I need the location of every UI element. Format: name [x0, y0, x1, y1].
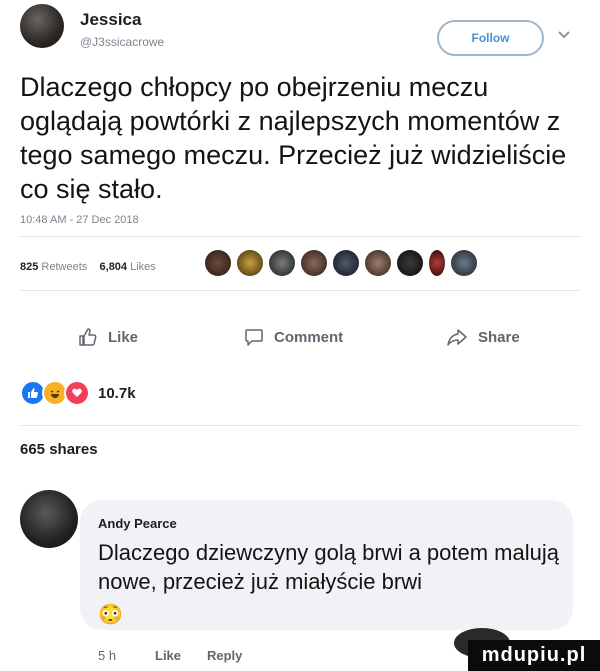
liker-avatar[interactable]	[237, 250, 263, 276]
liker-avatar[interactable]	[205, 250, 231, 276]
like-label: Like	[108, 328, 139, 346]
divider	[20, 290, 580, 291]
divider	[20, 236, 580, 237]
comment-author[interactable]: Andy Pearce	[98, 516, 177, 531]
likes-label[interactable]: Likes	[130, 261, 156, 273]
follow-button[interactable]: Follow	[437, 20, 544, 56]
shares-count[interactable]: 665 shares	[20, 441, 98, 458]
share-icon	[447, 329, 467, 346]
comment-reply-link[interactable]: Reply	[207, 648, 242, 663]
reactions-summary[interactable]: 10.7k	[20, 380, 136, 406]
author-handle[interactable]: @J3ssicacrowe	[80, 35, 164, 49]
liker-avatar[interactable]	[397, 250, 423, 276]
share-action-button[interactable]: Share	[446, 327, 520, 347]
author-name[interactable]: Jessica	[80, 10, 141, 30]
like-action-button[interactable]: Like	[78, 327, 138, 347]
likes-count[interactable]: 6,804	[100, 261, 128, 273]
liker-avatar[interactable]	[365, 250, 391, 276]
liker-avatar[interactable]	[301, 250, 327, 276]
tweet-stats: 825 Retweets 6,804 Likes	[20, 261, 156, 273]
chevron-down-icon[interactable]	[558, 30, 570, 40]
liker-avatar[interactable]	[451, 250, 477, 276]
comment-time: 5 h	[98, 648, 117, 663]
reactions-count: 10.7k	[98, 384, 136, 402]
share-label: Share	[478, 328, 520, 346]
comment-action-button[interactable]: Comment	[244, 327, 343, 347]
liker-avatar[interactable]	[269, 250, 295, 276]
tweet-text: Dlaczego chłopcy po obejrzeniu meczu ogl…	[20, 72, 567, 204]
comment-icon	[245, 329, 263, 346]
commenter-avatar[interactable]	[20, 490, 78, 548]
comment-label: Comment	[274, 328, 344, 346]
tweet-timestamp[interactable]: 10:48 AM - 27 Dec 2018	[20, 214, 139, 226]
liker-avatar[interactable]	[429, 250, 445, 276]
likers-avatars	[205, 250, 477, 276]
divider	[20, 425, 580, 426]
retweets-count[interactable]: 825	[20, 261, 38, 273]
site-watermark: mdupiu.pl	[468, 640, 600, 671]
comment-text: Dlaczego dziewczyny golą brwi a potem ma…	[98, 540, 559, 594]
flushed-face-emoji: 😳	[98, 604, 123, 626]
liker-avatar[interactable]	[333, 250, 359, 276]
author-avatar[interactable]	[20, 4, 64, 48]
thumbs-up-icon	[79, 328, 97, 346]
retweets-label[interactable]: Retweets	[41, 261, 87, 273]
comment-like-link[interactable]: Like	[155, 648, 181, 663]
love-reaction-icon	[64, 380, 90, 406]
